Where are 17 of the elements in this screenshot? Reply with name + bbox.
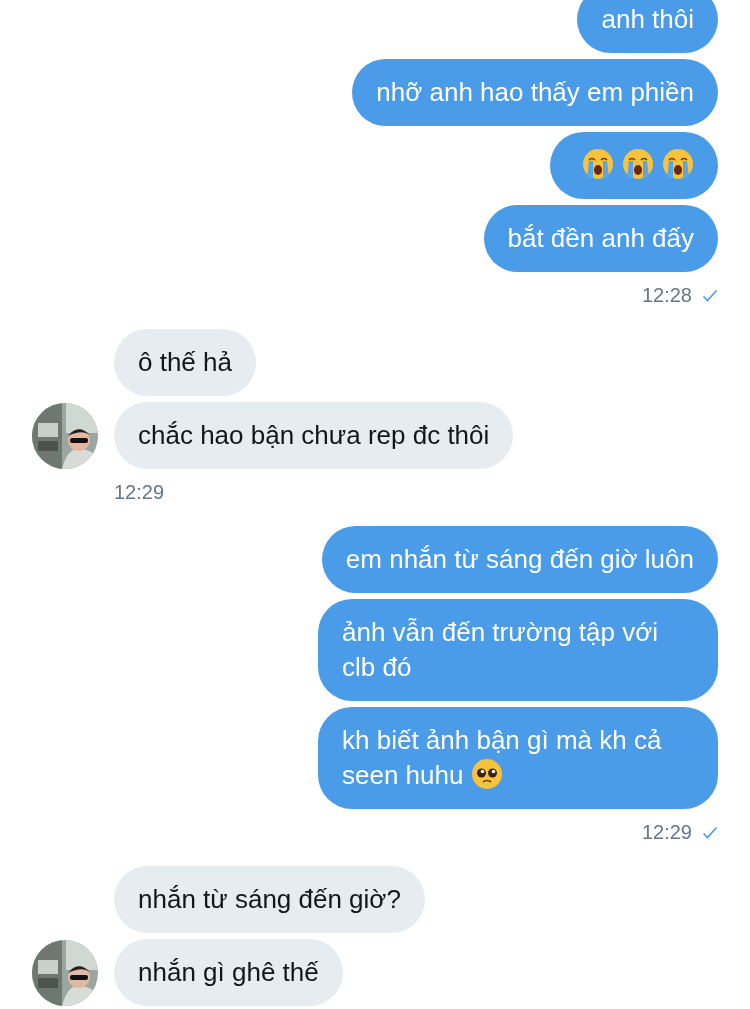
message-bubble: chắc hao bận chưa rep đc thôi bbox=[114, 402, 514, 469]
message-time: 12:28 bbox=[641, 284, 692, 307]
crying-face-icon bbox=[662, 148, 694, 180]
message-bubble: ô thế hả bbox=[114, 329, 256, 396]
crying-face-icon bbox=[622, 148, 654, 180]
pleading-face-icon bbox=[471, 758, 504, 790]
message-bubble: bắt đền anh đấy bbox=[483, 205, 718, 272]
message-bubble: anh thôi bbox=[577, 0, 718, 53]
message-bubble: kh biết ảnh bận gì mà kh cả seen huhu bbox=[318, 707, 718, 809]
message-bubble: ảnh vẫn đến trường tập với clb đó bbox=[318, 599, 718, 701]
message-bubble: nhắn từ sáng đến giờ? bbox=[114, 866, 425, 933]
crying-face-icon bbox=[582, 148, 614, 180]
message-bubble: nhỡ anh hao thấy em phiền bbox=[352, 59, 718, 126]
message-bubble: nhắn gì ghê thế bbox=[114, 939, 343, 1006]
message-bubble: em nhắn từ sáng đến giờ luôn bbox=[321, 526, 718, 593]
message-time: 12:29 bbox=[114, 481, 165, 504]
message-time: 12:29 bbox=[641, 821, 692, 844]
